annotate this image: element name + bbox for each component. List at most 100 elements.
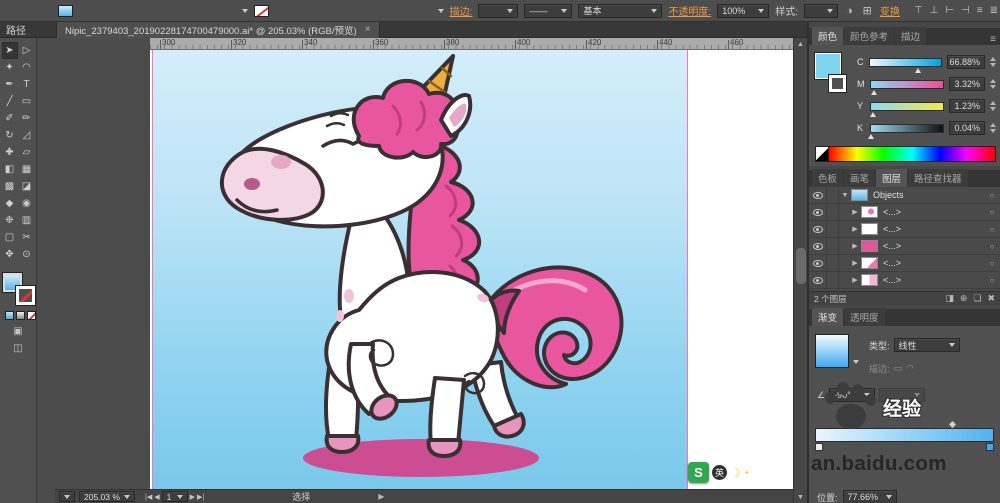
symbol-sprayer-tool[interactable]: ❉: [2, 212, 18, 229]
opacity-select[interactable]: 100%: [717, 3, 770, 18]
panel-menu-icon[interactable]: ≡: [990, 34, 996, 45]
lock-cell[interactable]: [827, 238, 839, 254]
zoom-preset-select[interactable]: [59, 491, 75, 502]
scroll-down-icon[interactable]: ▼: [794, 491, 807, 503]
graphic-style-select[interactable]: [804, 3, 838, 18]
layer-thumbnail[interactable]: [851, 189, 868, 201]
lock-cell[interactable]: [827, 221, 839, 237]
width-tool[interactable]: ✚: [2, 144, 18, 161]
tab-brushes[interactable]: 画笔: [844, 169, 876, 187]
layer-name[interactable]: Objects: [873, 190, 984, 200]
layer-row[interactable]: ▶ <...> ○: [809, 204, 1000, 221]
lock-cell[interactable]: [827, 255, 839, 271]
visibility-eye-icon[interactable]: [812, 191, 823, 199]
align-left-icon[interactable]: ⊤: [912, 5, 925, 16]
last-artboard-button[interactable]: ▶|: [197, 493, 204, 501]
vertical-scrollbar[interactable]: ▲ ▼: [793, 38, 807, 503]
visibility-eye-icon[interactable]: [812, 276, 823, 284]
layer-row[interactable]: ▶ <...> ○: [809, 238, 1000, 255]
magic-wand-tool[interactable]: ✦: [2, 59, 18, 76]
shape-mode-icon[interactable]: ◑: [844, 5, 855, 17]
layer-row[interactable]: ▶ <...> ○: [809, 255, 1000, 272]
layer-thumbnail[interactable]: [861, 223, 878, 235]
color-spectrum[interactable]: [829, 146, 996, 162]
gradient-midpoint-marker[interactable]: [948, 419, 958, 430]
delete-layer-icon[interactable]: ✖: [987, 293, 995, 304]
layer-name[interactable]: <...>: [883, 241, 984, 251]
hand-tool[interactable]: ✥: [2, 246, 18, 263]
layer-row[interactable]: ▶ <...> ○: [809, 272, 1000, 289]
mesh-tool[interactable]: ▩: [2, 178, 18, 195]
stroke-gradient-path-icon[interactable]: ◠: [906, 363, 914, 374]
visibility-eye-icon[interactable]: [812, 259, 823, 267]
stepper[interactable]: [990, 57, 996, 67]
rectangle-tool[interactable]: ▭: [19, 93, 35, 110]
column-graph-tool[interactable]: ▥: [19, 212, 35, 229]
slider-thumb[interactable]: [914, 67, 921, 73]
expand-arrow-icon[interactable]: ▶: [849, 242, 861, 250]
visibility-eye-icon[interactable]: [812, 225, 823, 233]
expand-arrow-icon[interactable]: ▼: [839, 192, 851, 199]
zoom-level-select[interactable]: 205.03 %: [79, 491, 135, 502]
tab-pathfinder[interactable]: 路径查找器: [908, 169, 968, 187]
target-icon[interactable]: ○: [984, 208, 1000, 217]
close-icon[interactable]: ×: [365, 24, 371, 35]
new-layer-icon[interactable]: ❏: [973, 293, 981, 304]
ime-logo-icon[interactable]: S: [688, 462, 709, 483]
screen-mode-icon[interactable]: ◫: [13, 343, 22, 354]
none-button[interactable]: [27, 311, 36, 320]
layer-row[interactable]: ▶ <...> ○: [809, 221, 1000, 238]
magenta-slider[interactable]: [869, 79, 945, 95]
scrollbar-thumb[interactable]: [796, 248, 806, 284]
stepper[interactable]: [990, 79, 996, 89]
new-sublayer-icon[interactable]: ⊕: [960, 293, 968, 304]
line-segment-tool[interactable]: ╱: [2, 93, 18, 110]
stroke-dropdown-icon[interactable]: [437, 8, 444, 13]
cyan-slider[interactable]: [869, 57, 942, 73]
paintbrush-tool[interactable]: ✐: [2, 110, 18, 127]
opacity-panel-link[interactable]: 不透明度:: [668, 3, 711, 18]
color-button[interactable]: [5, 311, 14, 320]
tab-layers[interactable]: 图层: [876, 169, 908, 187]
layer-name[interactable]: <...>: [883, 275, 984, 285]
lock-cell[interactable]: [827, 204, 839, 220]
scroll-up-icon[interactable]: ▲: [794, 38, 807, 50]
lock-cell[interactable]: [827, 187, 839, 203]
layer-name[interactable]: <...>: [883, 258, 984, 268]
stroke-gradient-icon[interactable]: ▭: [894, 363, 903, 374]
layer-row[interactable]: ▼ Objects ○: [809, 187, 1000, 204]
gradient-tool[interactable]: ◪: [19, 178, 35, 195]
expand-arrow-icon[interactable]: ▶: [849, 276, 861, 284]
yellow-value-field[interactable]: 1.23%: [949, 99, 985, 113]
distribute-icon[interactable]: ≡: [975, 5, 985, 16]
black-value-field[interactable]: 0.04%: [949, 121, 985, 135]
eyedropper-tool[interactable]: ◆: [2, 195, 18, 212]
tab-stroke[interactable]: 描边: [895, 27, 927, 45]
slice-tool[interactable]: ✂: [19, 229, 35, 246]
yellow-slider[interactable]: [869, 101, 945, 117]
artboard-number-select[interactable]: 1: [161, 491, 188, 502]
scale-tool[interactable]: ◿: [19, 127, 35, 144]
slider-thumb[interactable]: [871, 89, 878, 95]
selection-tool[interactable]: ➤: [1, 42, 18, 59]
magenta-value-field[interactable]: 3.32%: [949, 77, 985, 91]
document-setup-icon[interactable]: ⊞: [861, 4, 874, 17]
align-horizontal-icon[interactable]: ⊢: [943, 5, 956, 16]
layer-thumbnail[interactable]: [861, 274, 878, 286]
gradient-button[interactable]: [16, 311, 25, 320]
perspective-grid-tool[interactable]: ▦: [19, 161, 35, 178]
stepper[interactable]: [990, 123, 996, 133]
cyan-value-field[interactable]: 66.88%: [947, 55, 985, 69]
target-icon[interactable]: ○: [984, 276, 1000, 285]
fill-color-swatch[interactable]: [58, 4, 73, 17]
target-icon[interactable]: ○: [984, 191, 1000, 200]
tab-color[interactable]: 颜色: [812, 27, 844, 45]
stepper[interactable]: [990, 101, 996, 111]
lock-cell[interactable]: [827, 272, 839, 288]
target-icon[interactable]: ○: [984, 225, 1000, 234]
layer-name[interactable]: <...>: [883, 224, 984, 234]
stroke-weight-select[interactable]: [478, 3, 519, 18]
stroke-panel-link[interactable]: 描边:: [450, 3, 473, 18]
tab-swatches[interactable]: 色板: [812, 169, 844, 187]
visibility-eye-icon[interactable]: [812, 208, 823, 216]
